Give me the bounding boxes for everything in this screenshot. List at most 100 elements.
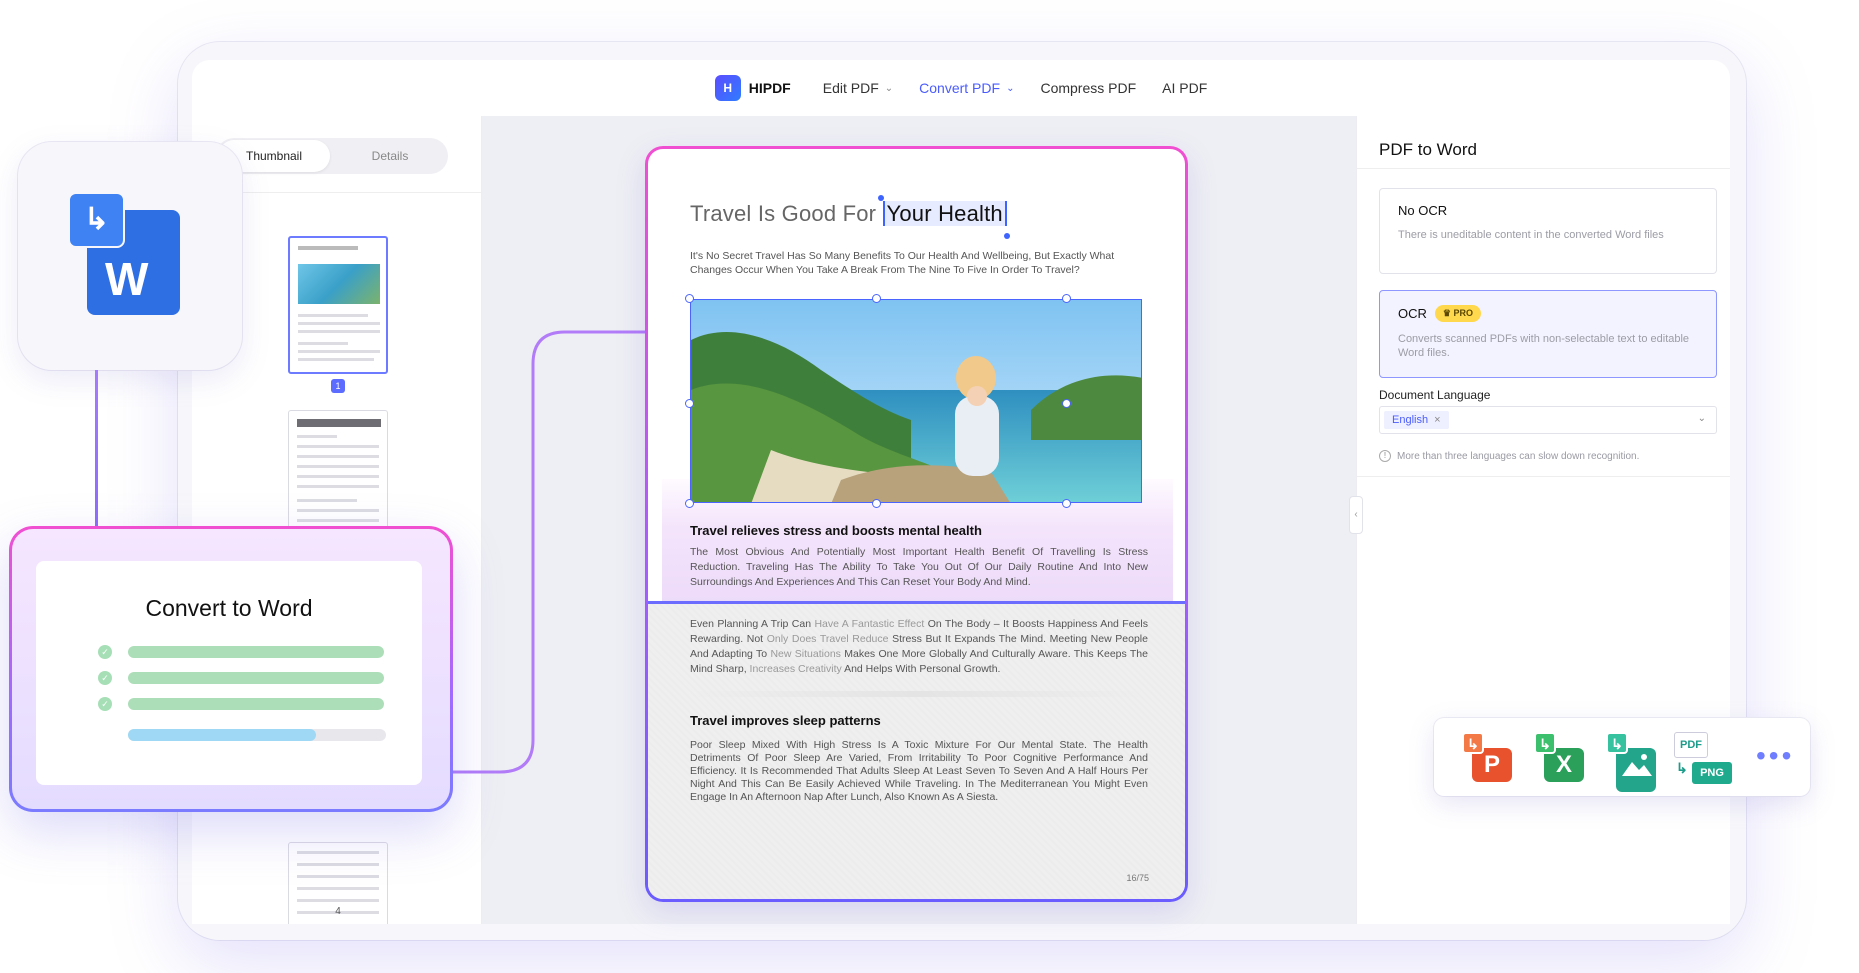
para-faint-text: Increases Creativity [746, 663, 845, 675]
thumb-text-line [297, 851, 379, 854]
more-formats-icon[interactable]: ••• [1756, 740, 1794, 772]
section-paragraph: The Most Obvious And Potentially Most Im… [690, 546, 1148, 588]
chevron-down-icon: ⌄ [1006, 82, 1015, 94]
conversion-panel: ‹ PDF to Word No OCR There is uneditable… [1349, 116, 1730, 924]
thumb-text-line [298, 330, 380, 333]
option-ocr[interactable]: OCR ♛ PRO Converts scanned PDFs with non… [1379, 290, 1717, 378]
pdf-to-png-icon[interactable]: PDF ↳ PNG [1674, 732, 1732, 784]
convert-arrow-icon: ↳ [68, 192, 125, 248]
sidebar-tab-switch: Thumbnail Details [216, 138, 448, 174]
pdf-label: PDF [1674, 732, 1708, 758]
selected-title-text[interactable]: Your Health [882, 201, 1007, 226]
image-picture [1616, 748, 1656, 792]
thumb-text-line [297, 465, 379, 468]
document-page[interactable]: Travel Is Good For Your Health It's No S… [645, 146, 1188, 902]
option-title: OCR [1398, 306, 1427, 321]
collapse-panel-button[interactable]: ‹ [1349, 496, 1363, 534]
completed-bar [128, 672, 384, 684]
resize-handle[interactable] [872, 499, 881, 508]
info-icon: ! [1379, 450, 1391, 462]
convert-title: Convert to Word [145, 595, 313, 621]
excel-format-icon[interactable]: X ↳ [1534, 732, 1584, 782]
thumb-text-line [297, 899, 379, 902]
resize-handle[interactable] [685, 499, 694, 508]
completed-bar [128, 698, 384, 710]
option-no-ocr[interactable]: No OCR There is uneditable content in th… [1379, 188, 1717, 274]
completed-bar [128, 646, 384, 658]
image-format-icon[interactable]: ↳ [1606, 732, 1656, 792]
document-title[interactable]: Travel Is Good For Your Health [690, 201, 1007, 227]
nav-compress-pdf[interactable]: Compress PDF [1040, 80, 1136, 96]
thumb-text-line [298, 314, 368, 317]
nav-convert-pdf[interactable]: Convert PDF ⌄ [919, 80, 1014, 96]
resize-handle[interactable] [1062, 399, 1071, 408]
thumb-text-line [297, 863, 379, 866]
thumb-text-line [298, 342, 348, 345]
section-heading: Travel relieves stress and boosts mental… [690, 523, 982, 538]
thumb-text-line [297, 509, 379, 512]
convert-arrow-icon: ↳ [1676, 760, 1688, 776]
thumb-text-line [298, 350, 380, 353]
convert-to-word-card: Convert to Word ✓ ✓ ✓ [9, 526, 453, 812]
nav-edit-pdf-label: Edit PDF [822, 80, 879, 96]
check-icon: ✓ [98, 697, 112, 711]
page-number-badge: 1 [331, 379, 345, 393]
progress-fill [128, 729, 317, 741]
check-icon: ✓ [98, 645, 112, 659]
hint-text: More than three languages can slow down … [1397, 450, 1640, 462]
thumb-text-line [297, 875, 379, 878]
title-text: Travel Is Good For [690, 201, 877, 226]
faint-divider [690, 691, 1148, 697]
option-title-row: OCR ♛ PRO [1398, 305, 1698, 322]
option-title: No OCR [1398, 203, 1448, 218]
convert-arrow-icon: ↳ [1462, 732, 1484, 754]
resize-handle[interactable] [872, 294, 881, 303]
landscape-illustration [691, 300, 1141, 502]
remove-tag-icon[interactable]: × [1434, 414, 1440, 426]
output-formats-bar: P ↳ X ↳ ↳ PDF ↳ PNG ••• [1434, 718, 1810, 796]
chevron-down-icon: ⌄ [884, 82, 894, 94]
resize-handle[interactable] [1062, 294, 1071, 303]
pro-badge: ♛ PRO [1434, 305, 1481, 322]
thumb-image [298, 264, 380, 304]
document-language-select[interactable]: English × ⌄ [1379, 406, 1717, 434]
para-text: Even Planning A Trip Can [690, 618, 812, 630]
thumb-text-line [297, 445, 379, 448]
progress-bar [128, 729, 386, 741]
selection-handle[interactable] [878, 195, 884, 201]
thumb-text-line [297, 455, 379, 458]
thumb-text-line [297, 887, 379, 890]
nav-edit-pdf[interactable]: Edit PDF ⌄ [823, 80, 893, 96]
language-hint: ! More than three languages can slow dow… [1379, 450, 1639, 462]
document-language-label: Document Language [1379, 388, 1491, 402]
connector-line-vertical [95, 370, 98, 528]
check-icon: ✓ [98, 671, 112, 685]
thumb-title-line [298, 246, 358, 250]
page-thumbnail-1[interactable] [288, 236, 388, 374]
logo-text: HIPDF [748, 80, 791, 96]
word-icon: W [105, 253, 149, 305]
convert-arrow-icon: ↳ [1534, 732, 1556, 754]
tab-details[interactable]: Details [334, 140, 446, 172]
nav-ai-pdf[interactable]: AI PDF [1162, 80, 1207, 96]
selection-handle[interactable] [1004, 233, 1010, 239]
hipdf-logo[interactable]: H HIPDF [714, 75, 791, 101]
language-tag-label: English [1392, 414, 1429, 426]
para-faint-text: Only Does Travel Reduce [763, 633, 893, 645]
travel-photo[interactable] [690, 299, 1142, 503]
hipdf-logo-icon: H [714, 75, 741, 101]
thumb-text-line [298, 358, 374, 361]
option-description: Converts scanned PDFs with non-selectabl… [1398, 333, 1690, 359]
divider [1357, 168, 1730, 169]
ppt-format-icon[interactable]: P ↳ [1462, 732, 1512, 782]
resize-handle[interactable] [685, 399, 694, 408]
resize-handle[interactable] [685, 294, 694, 303]
para-text: And Helps With Personal Growth. [844, 663, 1001, 675]
thumb-text-line [297, 499, 357, 502]
nav-convert-pdf-label: Convert PDF [919, 80, 1001, 96]
resize-handle[interactable] [1062, 499, 1071, 508]
intro-paragraph: It's No Secret Travel Has So Many Benefi… [690, 250, 1115, 276]
convert-progress-panel: Convert to Word ✓ ✓ ✓ [36, 561, 422, 785]
page-number-label: 4 [335, 906, 341, 917]
thumb-text-line [297, 475, 379, 478]
